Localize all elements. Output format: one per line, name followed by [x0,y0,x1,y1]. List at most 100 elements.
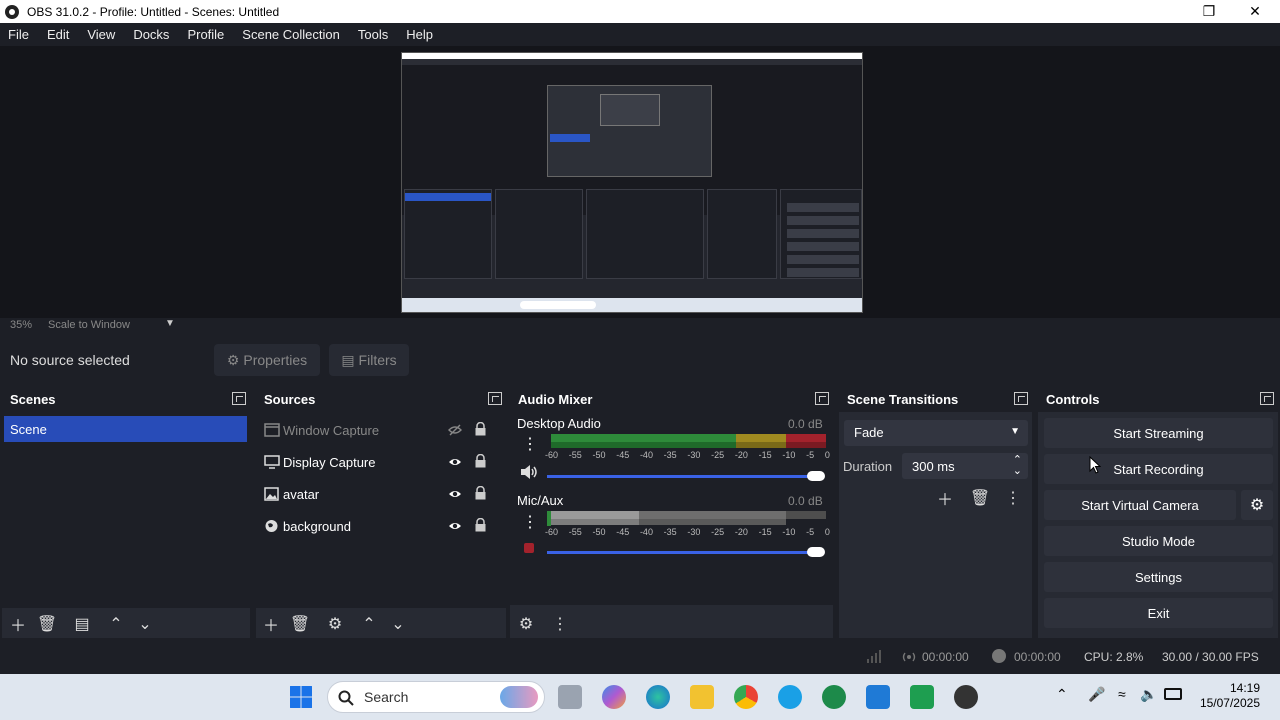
sources-list[interactable] [256,412,506,608]
gear-icon[interactable]: ⚙ [325,614,345,634]
mic-muted-icon[interactable] [519,540,539,556]
source-item-avatar[interactable]: avatar [264,483,494,505]
channel-db-desktop: 0.0 dB [788,417,823,431]
chevron-up-icon[interactable]: ⌃ [1056,686,1068,703]
tick: -25 [711,527,725,537]
eye-icon[interactable] [448,455,462,469]
transition-type-select[interactable]: Fade ▼ [844,420,1028,446]
properties-button[interactable]: ⚙ Properties [214,344,320,376]
properties-label: Properties [243,352,308,368]
filters-button[interactable]: ▤ Filters [329,344,409,376]
volume-knob-mic[interactable] [807,547,825,557]
taskbar-search[interactable]: Search [327,681,545,713]
duration-spinbox[interactable]: 300 ms ⌃ ⌄ [902,453,1028,479]
eye-hidden-icon[interactable] [448,423,462,437]
windows-start-icon[interactable] [289,685,313,709]
duration-label: Duration [843,459,893,474]
source-item-window-capture[interactable]: Window Capture [264,419,494,441]
more-vertical-icon[interactable]: ⋮ [1003,488,1023,508]
tick: -5 [806,450,815,460]
edge-icon[interactable] [646,685,670,709]
undock-icon[interactable] [815,392,829,405]
undock-icon[interactable] [1014,392,1028,405]
trash-icon[interactable]: 🗑 [37,614,57,634]
undock-icon[interactable] [488,392,502,405]
volume-icon[interactable]: 🔈 [1140,686,1157,703]
volume-slider-desktop[interactable] [547,475,823,478]
meter-mic-gray-2 [639,511,786,519]
source-item-background[interactable]: background [264,515,494,537]
studio-mode-button[interactable]: Studio Mode [1044,526,1273,556]
filter-icon[interactable]: ▤ [72,614,92,634]
move-down-icon[interactable]: ⌄ [388,614,408,634]
sheets-icon[interactable] [910,685,934,709]
zoom-mode-select[interactable]: Scale to Window [48,319,130,331]
preview-nested-button [787,229,859,238]
preview-nested-inner [547,85,712,177]
undock-icon[interactable] [232,392,246,405]
taskbar-clock[interactable]: 14:19 15/07/2025 [1200,681,1260,711]
preview-nested-inner-canvas [600,94,660,126]
eye-icon[interactable] [448,487,462,501]
exit-button[interactable]: Exit [1044,598,1273,628]
vscode-icon[interactable] [866,685,890,709]
undock-icon[interactable] [1260,392,1274,405]
fps-readout: 30.00 / 30.00 FPS [1162,650,1259,664]
chevron-down-icon[interactable]: ▼ [165,318,175,329]
more-vertical-icon[interactable]: ⋮ [522,512,538,532]
tick: -60 [545,527,559,537]
more-vertical-icon[interactable]: ⋮ [522,434,538,454]
lock-icon[interactable] [475,454,486,468]
source-item-display-capture[interactable]: Display Capture [264,451,494,473]
tick: -35 [663,527,677,537]
menu-docks[interactable]: Docks [133,27,169,42]
menu-edit[interactable]: Edit [47,27,69,42]
menu-scene-collection[interactable]: Scene Collection [242,27,340,42]
restore-icon[interactable]: ❐ [1186,0,1232,23]
more-vertical-icon[interactable]: ⋮ [550,614,570,634]
scene-item[interactable]: Scene [4,416,247,442]
menu-file[interactable]: File [8,27,29,42]
move-up-icon[interactable]: ⌃ [359,614,379,634]
volume-knob-desktop[interactable] [807,471,825,481]
lock-icon[interactable] [475,518,486,532]
trash-icon[interactable]: 🗑 [970,488,990,508]
speaker-icon[interactable] [519,464,539,480]
add-source-icon[interactable]: ＋ [261,614,281,635]
eye-icon[interactable] [448,519,462,533]
meter-ticks-desktop: -60 -55 -50 -45 -40 -35 -30 -25 -20 -15 -10 -5 0 [545,450,830,460]
lock-icon[interactable] [475,486,486,500]
menu-profile[interactable]: Profile [187,27,224,42]
menu-tools[interactable]: Tools [358,27,388,42]
preview-canvas[interactable] [401,52,863,313]
tick: -45 [616,450,630,460]
mixer-title: Audio Mixer [518,392,593,407]
chevron-down-icon[interactable]: ⌄ [1013,464,1022,477]
virtual-camera-settings-button[interactable]: ⚙ [1241,490,1273,520]
add-transition-icon[interactable]: ＋ [935,488,955,509]
menu-help[interactable]: Help [406,27,433,42]
move-down-icon[interactable]: ⌄ [135,614,155,634]
chrome-icon[interactable] [734,685,758,709]
close-icon[interactable]: ✕ [1232,0,1278,23]
file-explorer-icon[interactable] [690,685,714,709]
settings-button[interactable]: Settings [1044,562,1273,592]
advanced-audio-gear-icon[interactable]: ⚙ [516,614,536,634]
obs-taskbar-icon[interactable] [954,685,978,709]
hs-app-icon[interactable] [822,685,846,709]
lock-icon[interactable] [475,422,486,436]
menu-view[interactable]: View [87,27,115,42]
task-view-icon[interactable] [558,685,582,709]
start-recording-button[interactable]: Start Recording [1044,454,1273,484]
battery-icon[interactable] [1164,688,1182,700]
microphone-icon[interactable]: 🎤 [1088,686,1105,703]
move-up-icon[interactable]: ⌃ [106,614,126,634]
start-streaming-button[interactable]: Start Streaming [1044,418,1273,448]
app-icon[interactable] [778,685,802,709]
start-virtual-camera-button[interactable]: Start Virtual Camera [1044,490,1236,520]
add-scene-icon[interactable]: ＋ [8,614,28,635]
copilot-icon[interactable] [602,685,626,709]
trash-icon[interactable]: 🗑 [290,614,310,634]
volume-slider-mic[interactable] [547,551,823,554]
wifi-icon[interactable]: ≈ [1118,686,1126,702]
